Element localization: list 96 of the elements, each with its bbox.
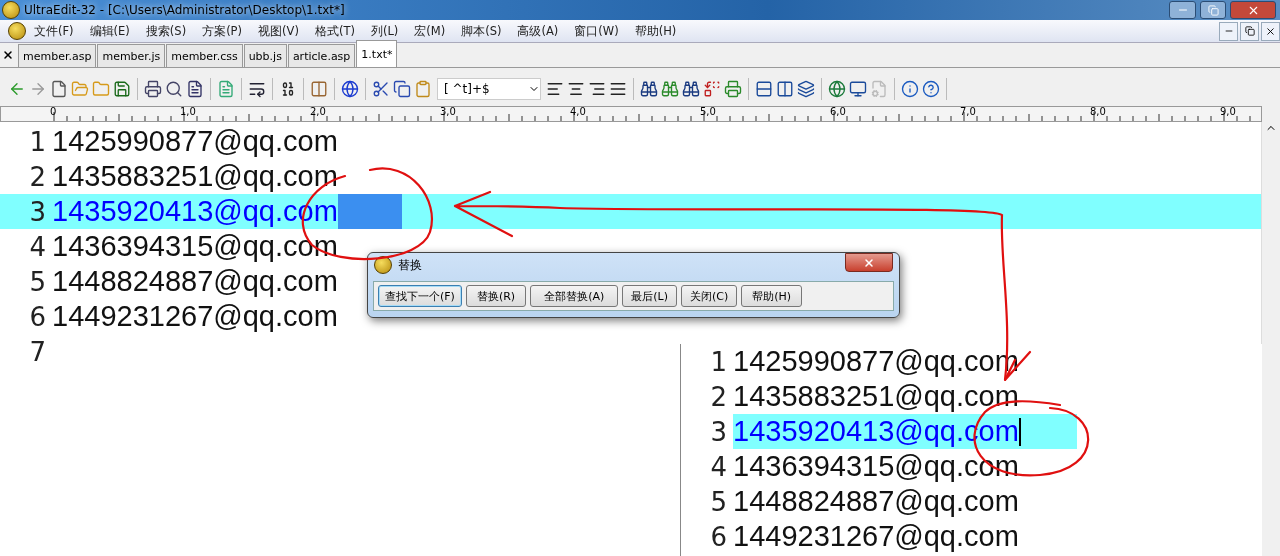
line-text: 1435883251@qq.com: [52, 160, 338, 193]
align-center-icon[interactable]: [567, 80, 585, 98]
line-text: 1448824887@qq.com: [52, 265, 338, 298]
menu-item[interactable]: 脚本(S): [453, 23, 510, 39]
globe-icon[interactable]: [828, 80, 846, 98]
column-icon[interactable]: [310, 80, 328, 98]
menu-item[interactable]: 宏(M): [406, 23, 454, 39]
document-icon[interactable]: [186, 80, 204, 98]
app-logo-icon: [2, 1, 20, 19]
menu-item[interactable]: 搜索(S): [137, 23, 195, 39]
new-file-icon[interactable]: [50, 80, 68, 98]
ruler-label: 7,0: [960, 107, 976, 117]
replace-icon[interactable]: [703, 80, 721, 98]
save-icon[interactable]: [113, 80, 131, 98]
scrollbar[interactable]: [1261, 122, 1280, 556]
line-number: 3: [28, 196, 47, 227]
windows-icon[interactable]: [797, 80, 815, 98]
line-number: 6: [28, 301, 47, 332]
line-text: 1448824887@qq.com: [733, 485, 1019, 518]
help-icon[interactable]: [922, 80, 940, 98]
file-tab[interactable]: article.asp: [287, 44, 356, 67]
dialog-button[interactable]: 全部替换(A): [530, 285, 619, 307]
ruler-label: 5,0: [700, 107, 716, 117]
split-vertical-icon[interactable]: [776, 80, 794, 98]
close-icon[interactable]: [2, 49, 14, 61]
file-tab[interactable]: member.js: [97, 44, 166, 67]
app-menu-icon[interactable]: [8, 22, 26, 40]
file-tab[interactable]: member.css: [166, 44, 243, 67]
line-number: 4: [709, 451, 728, 482]
line-number: 1: [28, 126, 47, 157]
file-tab[interactable]: ubb.js: [243, 44, 287, 67]
line-number: 5: [28, 266, 47, 297]
menu-item[interactable]: 方案(P): [194, 23, 251, 39]
line-number: 5: [709, 486, 728, 517]
align-justify-icon[interactable]: [609, 80, 627, 98]
window-title: UltraEdit-32 - [C:\Users\Administrator\Desktop\1.txt*]: [24, 3, 346, 17]
restore-icon: [1207, 4, 1219, 16]
globe-icon[interactable]: [341, 80, 359, 98]
binoculars-icon[interactable]: [682, 80, 700, 98]
menu-item[interactable]: 格式(T): [306, 23, 363, 39]
dialog-button[interactable]: 替换(R): [465, 285, 527, 307]
close-button[interactable]: [845, 253, 893, 272]
restore-icon: [1244, 26, 1255, 36]
ruler-label: 4,0: [570, 107, 586, 117]
align-left-icon[interactable]: [546, 80, 564, 98]
file-tab[interactable]: 1.txt*: [356, 40, 398, 67]
menu-item[interactable]: 窗口(W): [566, 23, 627, 39]
printer-icon[interactable]: [144, 80, 162, 98]
search-combo[interactable]: [ ^t]+$: [437, 78, 541, 100]
search-icon[interactable]: [165, 80, 183, 98]
line-text: 1449231267@qq.com: [52, 300, 338, 333]
restore-button[interactable]: [1240, 21, 1259, 41]
dialog-button[interactable]: 帮助(H): [741, 285, 803, 307]
align-right-icon[interactable]: [588, 80, 606, 98]
menu-item[interactable]: 帮助(H): [626, 23, 685, 39]
dialog-button[interactable]: 最后(L): [622, 285, 677, 307]
menu-item[interactable]: 高级(A): [509, 23, 567, 39]
copy-icon[interactable]: [393, 80, 411, 98]
line-number: 3: [709, 416, 728, 447]
line-text: 1425990877@qq.com: [52, 125, 338, 158]
binoculars-icon[interactable]: [640, 80, 658, 98]
line-number: 2: [709, 381, 728, 412]
ruler-label: 2,0: [310, 107, 326, 117]
ruler-label: 6,0: [830, 107, 846, 117]
ruler-label: 3,0: [440, 107, 456, 117]
monitor-icon[interactable]: [849, 80, 867, 98]
menu-item[interactable]: 列(L): [362, 23, 407, 39]
dialog-button[interactable]: 关闭(C): [681, 285, 738, 307]
info-icon[interactable]: [901, 80, 919, 98]
ruler-label: 0: [50, 107, 57, 117]
minimize-button[interactable]: [1169, 1, 1196, 19]
file-tab[interactable]: member.asp: [18, 44, 97, 67]
close-button[interactable]: [1261, 21, 1280, 41]
line-number: 7: [28, 336, 47, 367]
printer-icon[interactable]: [724, 80, 742, 98]
line-text: 1449231267@qq.com: [733, 520, 1019, 553]
close-icon: [1265, 25, 1276, 37]
line-number: 1: [709, 346, 728, 377]
line-number: 2: [28, 161, 47, 192]
menu-item[interactable]: 视图(V): [250, 23, 307, 39]
menu-item[interactable]: 编辑(E): [81, 23, 138, 39]
dialog-button[interactable]: 查找下一个(F): [378, 285, 462, 307]
line-number: 4: [28, 231, 47, 262]
line-number: 6: [709, 521, 728, 552]
line-text: 1435883251@qq.com: [733, 380, 1019, 413]
ruler-label: 9,0: [1220, 107, 1236, 117]
wrap-icon[interactable]: [248, 80, 266, 98]
close-icon: [863, 256, 875, 269]
split-horizontal-icon[interactable]: [755, 80, 773, 98]
ruler-label: 8,0: [1090, 107, 1106, 117]
selection-block: [337, 194, 402, 229]
restore-button[interactable]: [1200, 1, 1226, 19]
ruler-label: 1,0: [180, 107, 196, 117]
menu-item[interactable]: 文件(F): [26, 23, 82, 39]
cut-icon[interactable]: [372, 80, 390, 98]
dialog-title: 替换: [398, 256, 423, 274]
